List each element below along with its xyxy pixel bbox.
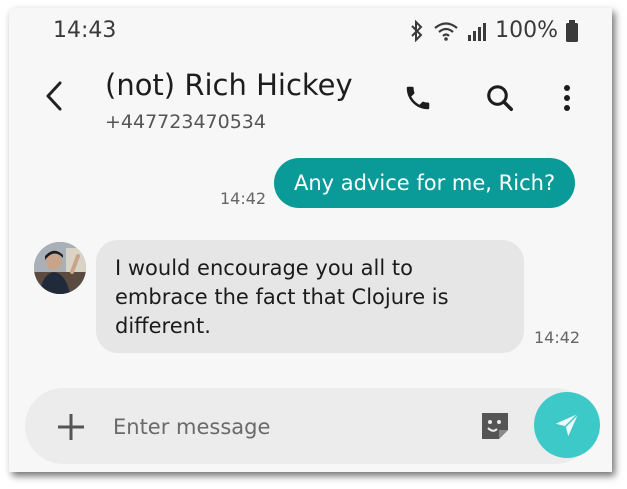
message-input[interactable] — [111, 410, 465, 444]
incoming-message-text: I would encourage you all to embrace the… — [115, 256, 449, 338]
search-icon — [485, 83, 515, 113]
signal-icon — [467, 20, 487, 42]
contact-avatar[interactable] — [34, 242, 86, 294]
sticker-icon — [477, 408, 513, 444]
incoming-message-bubble[interactable]: I would encourage you all to embrace the… — [96, 240, 524, 353]
send-button[interactable] — [534, 392, 600, 458]
phone-icon — [403, 83, 433, 113]
outgoing-message-time: 14:42 — [220, 189, 267, 208]
send-icon — [552, 410, 582, 440]
more-options-button[interactable] — [547, 78, 587, 118]
status-icons: 100% — [409, 18, 578, 43]
contact-name: (not) Rich Hickey — [105, 68, 353, 102]
more-icon — [562, 83, 572, 113]
contact-phone-number: +447723470534 — [105, 111, 266, 133]
status-time: 14:43 — [53, 18, 117, 43]
outgoing-message-bubble[interactable]: Any advice for me, Rich? — [274, 158, 576, 208]
sticker-button[interactable] — [477, 408, 513, 444]
bluetooth-icon — [409, 19, 425, 42]
outgoing-message-text: Any advice for me, Rich? — [294, 171, 556, 195]
messaging-app-window: 14:43 100% (not) Rich Hickey +4477234705… — [9, 8, 612, 472]
battery-icon — [566, 19, 578, 42]
attach-button[interactable] — [55, 411, 87, 443]
search-button[interactable] — [480, 78, 520, 118]
wifi-icon — [433, 20, 459, 42]
back-icon — [44, 80, 64, 112]
call-button[interactable] — [398, 78, 438, 118]
battery-percentage: 100% — [495, 18, 558, 43]
incoming-message-time: 14:42 — [534, 328, 581, 347]
message-composer — [25, 388, 593, 464]
back-button[interactable] — [39, 76, 69, 116]
plus-icon — [55, 411, 87, 443]
